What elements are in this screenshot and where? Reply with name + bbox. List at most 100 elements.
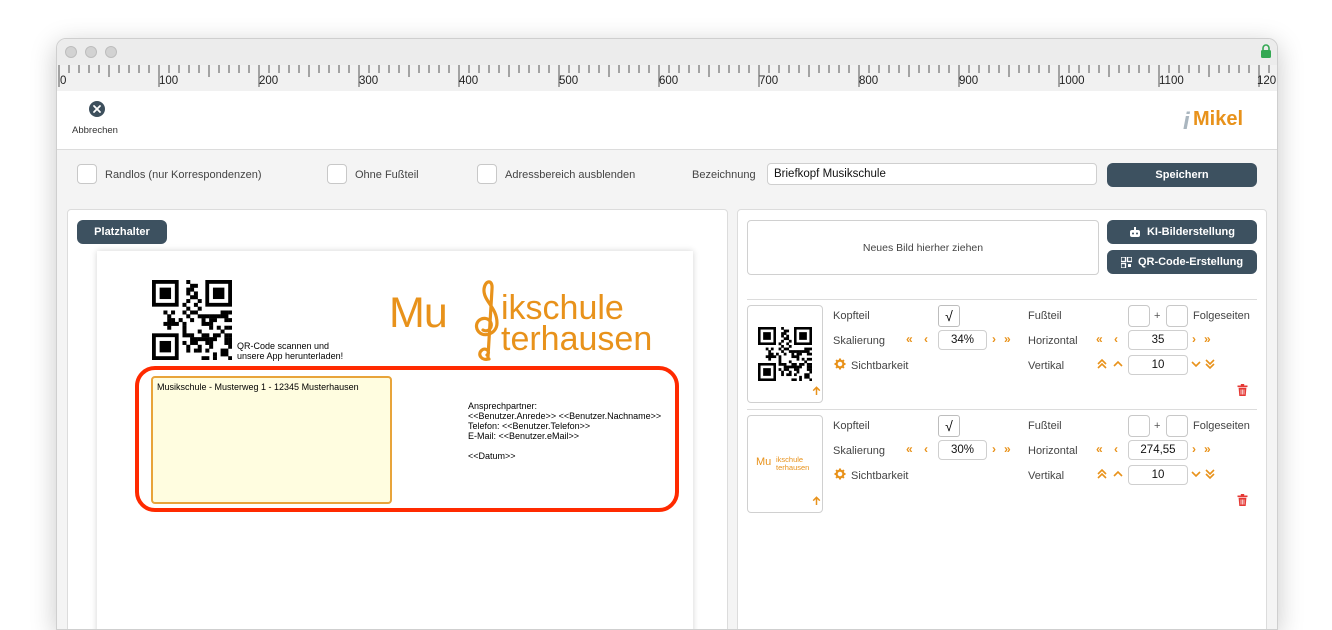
qr-module [796, 350, 800, 353]
image-thumbnail[interactable] [747, 305, 823, 403]
qr-module [182, 325, 187, 330]
fussteil-checkbox[interactable] [1128, 305, 1150, 327]
sichtbarkeit-label[interactable]: Sichtbarkeit [851, 470, 908, 482]
arrow-up-icon[interactable] [812, 386, 821, 396]
adressbereich-checkbox[interactable] [477, 164, 497, 184]
randlos-checkbox[interactable] [77, 164, 97, 184]
vertical-up-icon[interactable] [1112, 358, 1124, 370]
scale-decrease-fast-button[interactable]: « [906, 332, 913, 346]
trash-icon[interactable] [1237, 384, 1248, 396]
vertikal-field[interactable]: 10 [1128, 355, 1188, 375]
qr-module [768, 357, 772, 361]
qr-module [193, 302, 198, 307]
qr-module [186, 299, 191, 304]
scale-increase-fast-button[interactable]: » [1004, 332, 1011, 346]
ki-image-button[interactable]: KI-Bilderstellung [1107, 220, 1257, 244]
horizontal-field[interactable]: 35 [1128, 330, 1188, 350]
image-thumbnail[interactable]: Mu ikschule terhausen [747, 415, 823, 513]
horizontal-decrease-button[interactable]: ‹ [1114, 332, 1118, 346]
qr-module [806, 357, 810, 361]
folgeseiten-checkbox[interactable] [1166, 415, 1188, 437]
scale-decrease-fast-button[interactable]: « [906, 442, 913, 456]
musikschule-logo[interactable]: Mu ikschule terhausen [389, 277, 679, 367]
qr-module [791, 350, 795, 353]
scale-decrease-button[interactable]: ‹ [924, 442, 928, 456]
address-window[interactable]: Musikschule - Musterweg 1 - 12345 Muster… [151, 376, 392, 504]
qr-module [809, 352, 812, 356]
qr-module [809, 370, 812, 374]
qr-module [773, 355, 777, 359]
vertikal-field[interactable]: 10 [1128, 465, 1188, 485]
skalierung-field[interactable]: 30% [938, 440, 987, 460]
kopfteil-checkbox[interactable]: √ [938, 305, 960, 327]
gear-icon[interactable] [834, 468, 846, 480]
horizontal-increase-fast-button[interactable]: » [1204, 332, 1211, 346]
kopfteil-checkbox[interactable]: √ [938, 415, 960, 437]
qr-module [776, 352, 779, 356]
qr-module [783, 347, 787, 351]
imikel-logo: i Mikel [1179, 105, 1265, 135]
qr-module [209, 314, 214, 319]
qr-module [205, 356, 210, 360]
qr-module [182, 329, 187, 334]
vertical-up-fast-icon[interactable] [1096, 468, 1108, 480]
scale-increase-button[interactable]: › [992, 442, 996, 456]
qr-module [783, 332, 787, 335]
vertical-up-fast-icon[interactable] [1096, 358, 1108, 370]
skalierung-field[interactable]: 34% [938, 330, 987, 350]
qr-module [193, 283, 198, 288]
gear-icon[interactable] [834, 358, 846, 370]
scale-increase-fast-button[interactable]: » [1004, 442, 1011, 456]
vertikal-label: Vertikal [1028, 470, 1065, 482]
vertical-down-icon[interactable] [1190, 468, 1202, 480]
qr-module [209, 321, 214, 326]
vertical-down-icon[interactable] [1190, 358, 1202, 370]
fussteil-label: Fußteil [1028, 310, 1062, 322]
qr-module [193, 291, 198, 296]
save-button[interactable]: Speichern [1107, 163, 1257, 187]
horizontal-decrease-fast-button[interactable]: « [1096, 442, 1103, 456]
arrow-up-icon[interactable] [812, 496, 821, 506]
close-window-button[interactable] [65, 46, 77, 58]
vertical-down-fast-icon[interactable] [1204, 468, 1216, 480]
image-drop-zone[interactable]: Neues Bild hierher ziehen [747, 220, 1099, 275]
bezeichnung-input[interactable] [767, 163, 1097, 185]
fussteil-checkbox[interactable] [1128, 415, 1150, 437]
qr-module [186, 333, 191, 338]
zoom-window-button[interactable] [105, 46, 117, 58]
logo-i: i [1183, 108, 1190, 135]
qr-module [806, 375, 810, 379]
horizontal-decrease-fast-button[interactable]: « [1096, 332, 1103, 346]
qr-module [220, 310, 225, 315]
qr-module [190, 310, 195, 315]
horizontal-decrease-button[interactable]: ‹ [1114, 442, 1118, 456]
qr-module [167, 325, 172, 330]
placeholder-button[interactable]: Platzhalter [77, 220, 167, 244]
horizontal-field[interactable]: 274,55 [1128, 440, 1188, 460]
qr-module [788, 373, 792, 377]
horizontal-increase-button[interactable]: › [1192, 442, 1196, 456]
horizontal-label: Horizontal [1028, 445, 1078, 457]
cancel-button[interactable]: Abbrechen [69, 101, 125, 141]
scale-decrease-button[interactable]: ‹ [924, 332, 928, 346]
qr-module [190, 283, 195, 288]
vertical-down-fast-icon[interactable] [1204, 358, 1216, 370]
sichtbarkeit-label[interactable]: Sichtbarkeit [851, 360, 908, 372]
ohne-fussteil-checkbox[interactable] [327, 164, 347, 184]
horizontal-increase-fast-button[interactable]: » [1204, 442, 1211, 456]
horizontal-increase-button[interactable]: › [1192, 332, 1196, 346]
minimize-window-button[interactable] [85, 46, 97, 58]
vertical-up-icon[interactable] [1112, 468, 1124, 480]
plus-sign: + [1154, 310, 1161, 322]
folgeseiten-checkbox[interactable] [1166, 305, 1188, 327]
scale-increase-button[interactable]: › [992, 332, 996, 346]
options-bar: Randlos (nur Korrespondenzen) Ohne Fußte… [57, 150, 1277, 202]
qr-module [182, 321, 187, 326]
qr-module [197, 329, 202, 334]
qr-create-button[interactable]: QR-Code-Erstellung [1107, 250, 1257, 274]
qr-module [794, 363, 797, 366]
trash-icon[interactable] [1237, 494, 1248, 506]
qr-module [801, 363, 805, 366]
qr-code-image[interactable] [152, 280, 232, 360]
robot-icon [1129, 226, 1140, 237]
